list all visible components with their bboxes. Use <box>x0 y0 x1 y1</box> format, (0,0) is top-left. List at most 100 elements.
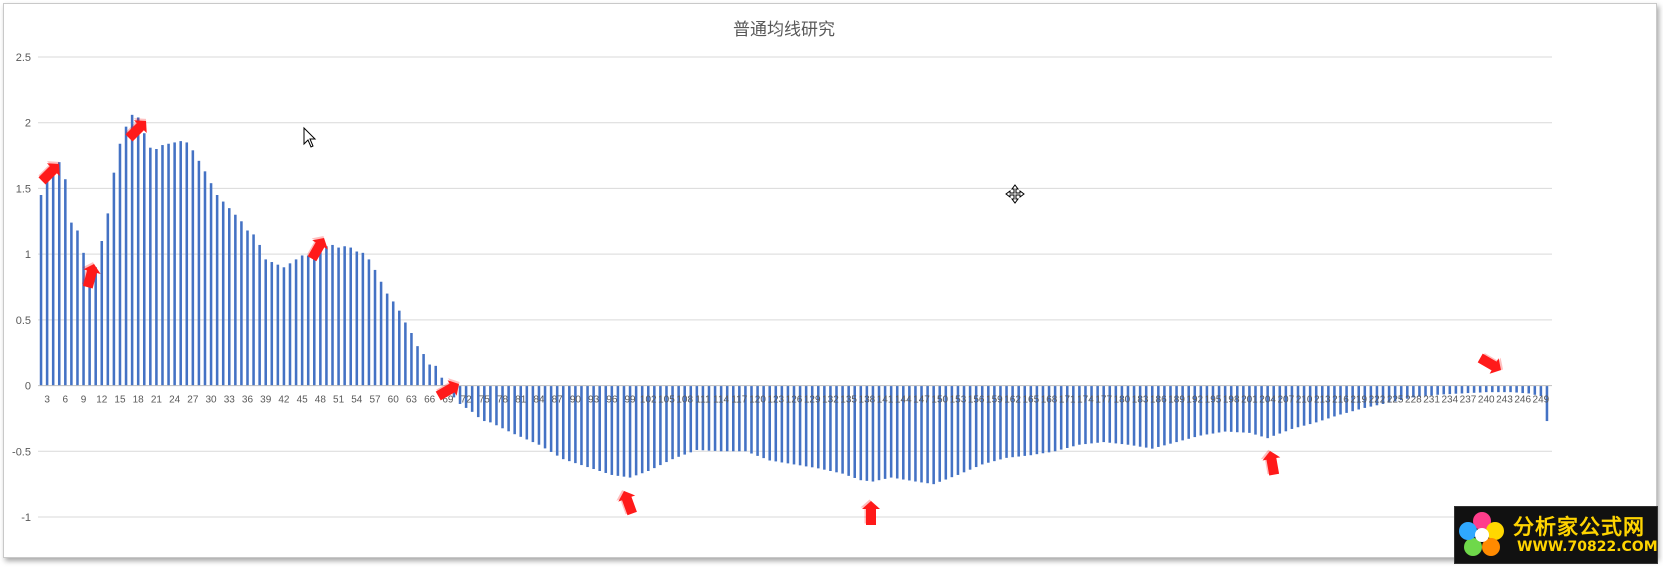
bar <box>1260 385 1263 437</box>
x-tick-label: 210 <box>1296 395 1313 406</box>
x-tick-label: 240 <box>1478 395 1495 406</box>
x-tick-label: 66 <box>424 395 436 406</box>
x-tick-label: 150 <box>931 395 948 406</box>
bar <box>1527 385 1531 394</box>
arrow-shape <box>618 491 637 516</box>
bar <box>306 255 310 386</box>
bar <box>1448 385 1452 395</box>
bar <box>1296 385 1300 428</box>
bar <box>1533 385 1537 395</box>
bar <box>1290 385 1294 429</box>
x-tick-label: 102 <box>640 395 657 406</box>
bar <box>45 177 49 386</box>
x-tick-label: 144 <box>895 395 912 406</box>
x-tick-label: 219 <box>1350 395 1367 406</box>
arrow-shape <box>1262 451 1281 476</box>
x-tick-label: 120 <box>749 395 766 406</box>
bar <box>1503 385 1506 393</box>
bar <box>1242 385 1245 433</box>
x-tick-label: 228 <box>1405 395 1422 406</box>
x-tick-label: 78 <box>497 395 509 406</box>
bar <box>1236 385 1239 433</box>
bar <box>410 333 413 386</box>
x-tick-label: 231 <box>1423 395 1440 406</box>
bar <box>1278 385 1282 434</box>
bar <box>136 117 140 386</box>
red-arrow-icon <box>38 161 60 185</box>
bar <box>1478 385 1482 393</box>
bar <box>355 251 359 386</box>
bar <box>70 222 73 386</box>
bar <box>1466 385 1470 394</box>
bar <box>264 259 267 386</box>
x-tick-label: 216 <box>1332 395 1349 406</box>
x-tick-label: 195 <box>1205 395 1222 406</box>
x-tick-label: 192 <box>1186 395 1203 406</box>
bar <box>270 262 274 386</box>
x-tick-label: 123 <box>767 395 784 406</box>
x-tick-label: 141 <box>877 395 894 406</box>
x-tick-label: 87 <box>552 395 564 406</box>
bar <box>343 246 346 386</box>
x-tick-label: 90 <box>570 395 582 406</box>
x-tick-label: 168 <box>1041 395 1058 406</box>
bar <box>39 195 43 386</box>
chart: 普通均线研究 2.521.510.50-0.5-1 3 6 9 12 15 18 21 24 2… <box>12 20 1552 525</box>
bar <box>1436 385 1439 395</box>
bar <box>106 213 110 386</box>
x-tick-label: 177 <box>1095 395 1112 406</box>
bar <box>197 160 201 386</box>
x-tick-label: 99 <box>624 395 636 406</box>
bar <box>349 247 352 386</box>
bar <box>203 171 207 386</box>
bar <box>428 364 431 386</box>
x-tick-label: 171 <box>1059 395 1076 406</box>
bar <box>416 346 419 386</box>
bar <box>1442 385 1446 395</box>
bar <box>1211 385 1215 434</box>
bar <box>404 322 407 386</box>
bar <box>167 143 170 386</box>
x-tick-label: 204 <box>1259 395 1276 406</box>
bar <box>1266 385 1269 439</box>
chart-title: 普通均线研究 <box>733 20 835 39</box>
bar <box>1497 385 1500 393</box>
bar <box>221 201 225 386</box>
bar <box>82 252 85 386</box>
bar <box>519 385 523 437</box>
bar <box>185 142 189 386</box>
bar <box>1254 385 1257 435</box>
bar <box>288 263 292 386</box>
bar <box>246 230 249 386</box>
bar <box>1229 385 1233 432</box>
bar <box>294 259 298 386</box>
bar <box>513 385 516 435</box>
y-tick-label: 2 <box>25 118 31 130</box>
bar <box>313 251 316 386</box>
bar <box>434 365 438 386</box>
bar <box>1248 385 1251 433</box>
bar <box>76 230 79 386</box>
bar <box>1199 385 1203 436</box>
x-tick-label: 51 <box>333 395 345 406</box>
x-tick-label: 156 <box>968 395 985 406</box>
x-tick-label: 12 <box>96 395 108 406</box>
y-tick-label: 2.5 <box>16 52 31 64</box>
watermark-url: WWW.70822.COM <box>1517 539 1658 555</box>
bar <box>252 234 255 386</box>
x-tick-label: 234 <box>1441 395 1458 406</box>
bar <box>282 267 286 386</box>
bar <box>319 250 322 386</box>
x-tick-label: 126 <box>786 395 803 406</box>
x-tick-label: 198 <box>1223 395 1240 406</box>
bar <box>161 145 164 386</box>
x-tick-label: 189 <box>1168 395 1185 406</box>
red-arrow-icon <box>1260 449 1281 476</box>
x-tick-label: 225 <box>1387 395 1404 406</box>
bar <box>149 147 152 386</box>
bar <box>276 264 280 386</box>
x-tick-label: 132 <box>822 395 839 406</box>
x-tick-label: 18 <box>133 395 145 406</box>
bar <box>124 126 128 386</box>
x-tick-label: 45 <box>297 395 309 406</box>
